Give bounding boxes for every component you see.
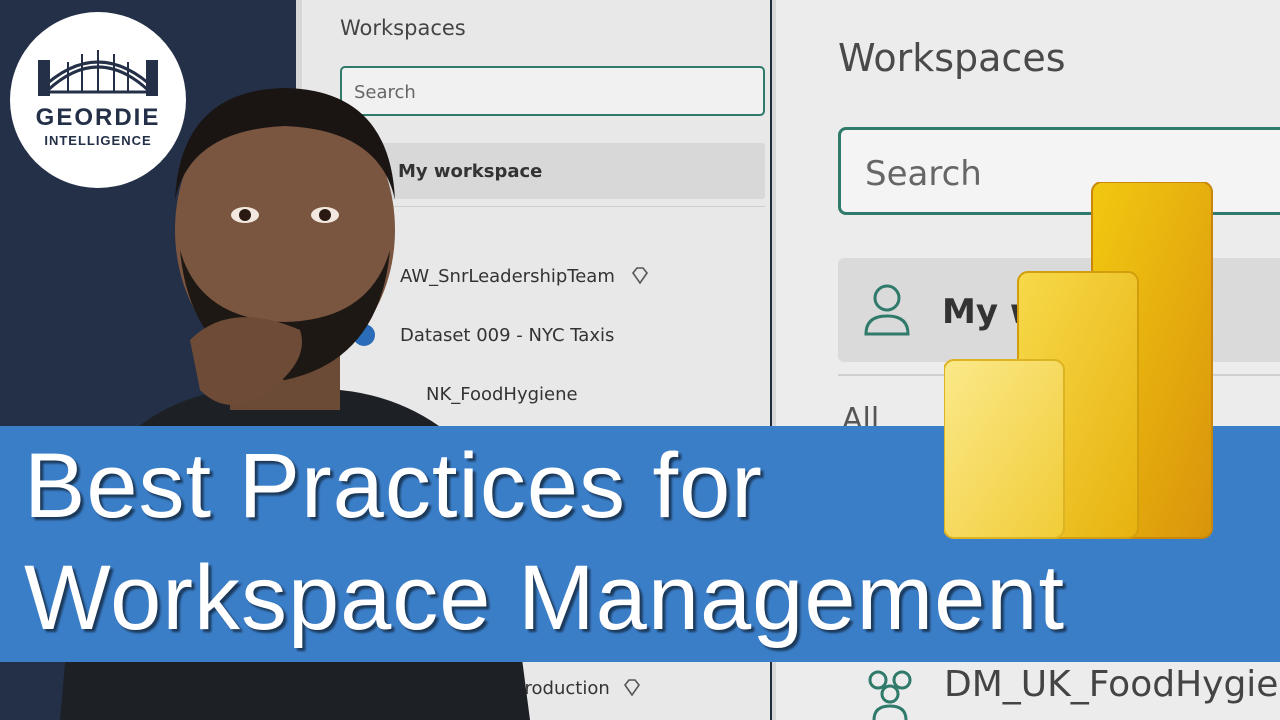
group-icon [868,670,912,720]
premium-diamond-icon [624,679,640,697]
title-line-1: Best Practices for [24,435,763,537]
panel-title: Workspaces [340,16,466,40]
person-icon [864,284,910,336]
zoom-panel-title: Workspaces [838,36,1066,80]
title-line-2: Workspace Management [24,547,1066,649]
power-bi-logo-icon [944,182,1213,539]
premium-diamond-icon [632,267,648,285]
zoom-workspace-item-label[interactable]: DM_UK_FoodHygiene [944,664,1280,705]
